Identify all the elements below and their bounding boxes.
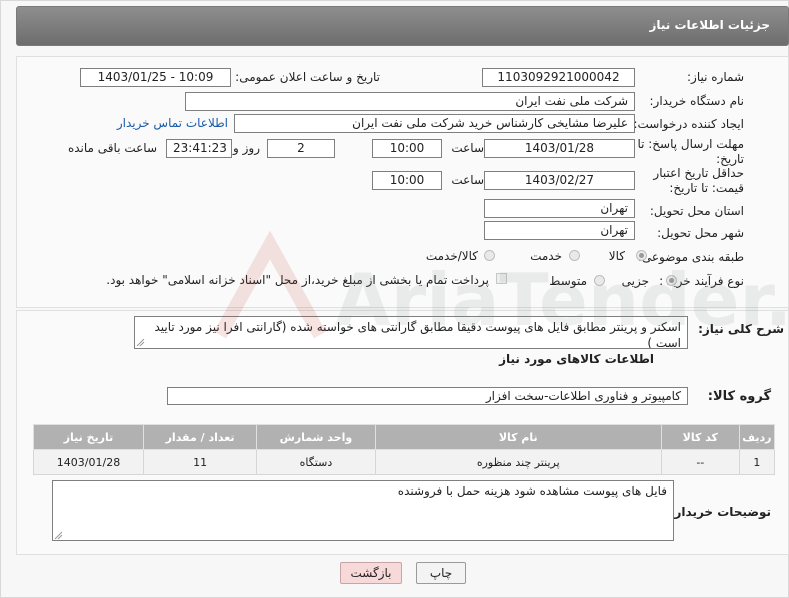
category-label: طبقه بندی موضوعی:	[637, 250, 744, 264]
goods-group-field: کامپیوتر و فناوری اطلاعات-سخت افزار	[167, 387, 688, 405]
announce-datetime-field: 1403/01/25 - 10:09	[80, 68, 231, 87]
buyer-notes-textarea: فایل های پیوست مشاهده شود هزینه حمل با ف…	[52, 480, 674, 541]
process-minor-label: جزیی	[621, 274, 649, 288]
city-field: تهران	[484, 221, 635, 240]
description-text: اسکنر و پرینتر مطابق فایل های پیوست دقیق…	[154, 320, 681, 349]
cell-code: --	[660, 449, 740, 475]
city-label: شهر محل تحویل:	[657, 226, 744, 240]
validity-time-field: 10:00	[372, 171, 442, 190]
reply-deadline-label: مهلت ارسال پاسخ: تا تاریخ:	[637, 137, 744, 166]
days-left-field: 2	[267, 139, 335, 158]
cell-qty: 11	[142, 449, 258, 475]
reply-time-label: ساعت	[451, 141, 484, 155]
hours-left-label: ساعت باقی مانده	[67, 141, 157, 155]
treasury-payment-checkbox[interactable]	[496, 273, 507, 284]
col-row-header: ردیف	[738, 424, 776, 450]
page-header: جزئیات اطلاعات نیاز	[16, 6, 789, 46]
need-number-field: 1103092921000042	[482, 68, 635, 87]
buyer-notes-label: توضیحات خریدار:	[669, 505, 771, 519]
description-label: شرح کلی نیاز:	[698, 322, 784, 336]
process-minor-radio[interactable]	[666, 275, 677, 286]
description-textarea: اسکنر و پرینتر مطابق فایل های پیوست دقیق…	[134, 316, 688, 349]
time-left-field: 23:41:23	[166, 139, 232, 158]
col-code-header: کد کالا	[660, 424, 740, 450]
validity-date-field: 1403/02/27	[484, 171, 635, 190]
goods-group-label: گروه کالا:	[707, 389, 771, 404]
buyer-contact-link[interactable]: اطلاعات تماس خریدار	[117, 116, 228, 130]
table-row: 1 -- پرینتر چند منظوره دستگاه 11 1403/01…	[33, 449, 776, 475]
buyer-contact-link-wrap[interactable]: اطلاعات تماس خریدار	[117, 116, 228, 130]
province-field: تهران	[484, 199, 635, 218]
announce-datetime-label: تاریخ و ساعت اعلان عمومی:	[235, 70, 380, 84]
page-title: جزئیات اطلاعات نیاز	[649, 18, 770, 32]
process-medium-label: متوسط	[549, 274, 587, 288]
table-header-row: ردیف کد کالا نام کالا واحد شمارش تعداد /…	[33, 424, 776, 450]
category-service-radio[interactable]	[569, 250, 580, 261]
print-button[interactable]: چاپ	[416, 562, 466, 584]
day-and-label: روز و	[233, 141, 260, 155]
requester-label: ایجاد کننده درخواست:	[633, 117, 744, 131]
category-goods-label: کالا	[608, 249, 625, 263]
resize-grip-icon[interactable]	[54, 531, 63, 540]
cell-name: پرینتر چند منظوره	[374, 449, 662, 475]
validity-time-label: ساعت	[451, 173, 484, 187]
buyer-notes-text: فایل های پیوست مشاهده شود هزینه حمل با ف…	[397, 484, 667, 498]
goods-info-heading: اطلاعات کالاهای مورد نیاز	[499, 352, 654, 366]
reply-time-field: 10:00	[372, 139, 442, 158]
province-label: استان محل تحویل:	[649, 204, 744, 218]
category-goods-service-radio[interactable]	[484, 250, 495, 261]
treasury-payment-note: پرداخت تمام یا بخشی از مبلغ خرید،از محل …	[106, 273, 489, 287]
reply-date-field: 1403/01/28	[484, 139, 635, 158]
col-qty-header: تعداد / مقدار	[142, 424, 258, 450]
category-service-label: خدمت	[530, 249, 562, 263]
cell-date: 1403/01/28	[33, 449, 144, 475]
category-goods-service-label: کالا/خدمت	[425, 249, 478, 263]
cell-unit: دستگاه	[256, 449, 376, 475]
col-unit-header: واحد شمارش	[256, 424, 376, 450]
buyer-org-field: شرکت ملی نفت ایران	[185, 92, 635, 111]
col-name-header: نام کالا	[374, 424, 662, 450]
category-goods-radio[interactable]	[636, 250, 647, 261]
cell-row: 1	[738, 449, 776, 475]
buyer-org-label: نام دستگاه خریدار:	[649, 94, 745, 108]
col-date-header: تاریخ نیاز	[33, 424, 144, 450]
back-button[interactable]: بازگشت	[340, 562, 402, 584]
price-validity-label: حداقل تاریخ اعتبار قیمت: تا تاریخ:	[653, 166, 744, 195]
need-number-label: شماره نیاز:	[687, 70, 744, 84]
goods-table: ردیف کد کالا نام کالا واحد شمارش تعداد /…	[33, 424, 776, 475]
resize-grip-icon[interactable]	[136, 338, 145, 347]
process-medium-radio[interactable]	[594, 275, 605, 286]
requester-field: علیرضا مشایخی کارشناس خرید شرکت ملی نفت …	[234, 114, 635, 133]
